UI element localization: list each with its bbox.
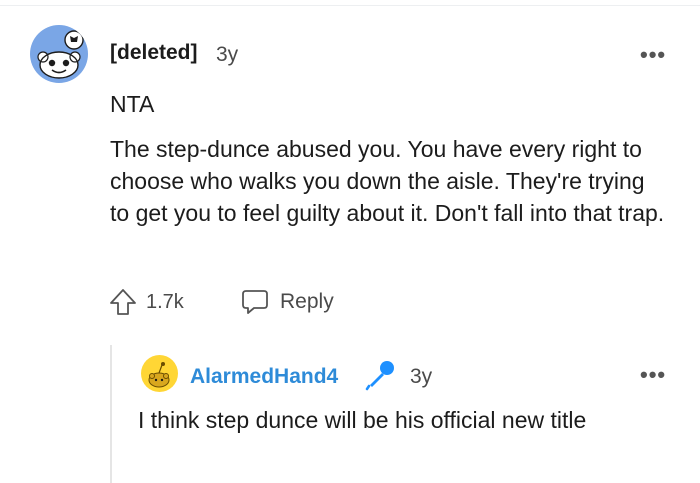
comment-author[interactable]: [deleted]: [110, 41, 198, 65]
reply-label: Reply: [280, 290, 334, 313]
reply-body: I think step dunce will be his official …: [138, 407, 587, 433]
snoo-avatar-icon: [148, 362, 170, 388]
top-divider: [0, 5, 700, 6]
more-options-button[interactable]: •••: [640, 44, 666, 66]
more-options-button[interactable]: •••: [640, 364, 666, 386]
snoo-avatar-icon: [37, 30, 84, 79]
reply-button[interactable]: Reply: [240, 287, 334, 317]
reply-avatar[interactable]: [141, 355, 178, 392]
comment-bubble-icon: [242, 290, 268, 314]
avatar[interactable]: [30, 25, 88, 83]
microphone-icon: [363, 358, 397, 397]
comment-body: The step-dunce abused you. You have ever…: [110, 136, 665, 226]
vote-count: 1.7k: [146, 290, 184, 313]
upvote-button[interactable]: 1.7k: [108, 287, 184, 317]
thread-line[interactable]: [110, 345, 112, 483]
comment-body-line: NTA: [110, 91, 155, 117]
reply-author[interactable]: AlarmedHand4: [190, 365, 338, 389]
comment-age: 3y: [216, 43, 239, 66]
reply-age: 3y: [410, 365, 433, 388]
upvote-arrow-icon: [110, 289, 136, 315]
